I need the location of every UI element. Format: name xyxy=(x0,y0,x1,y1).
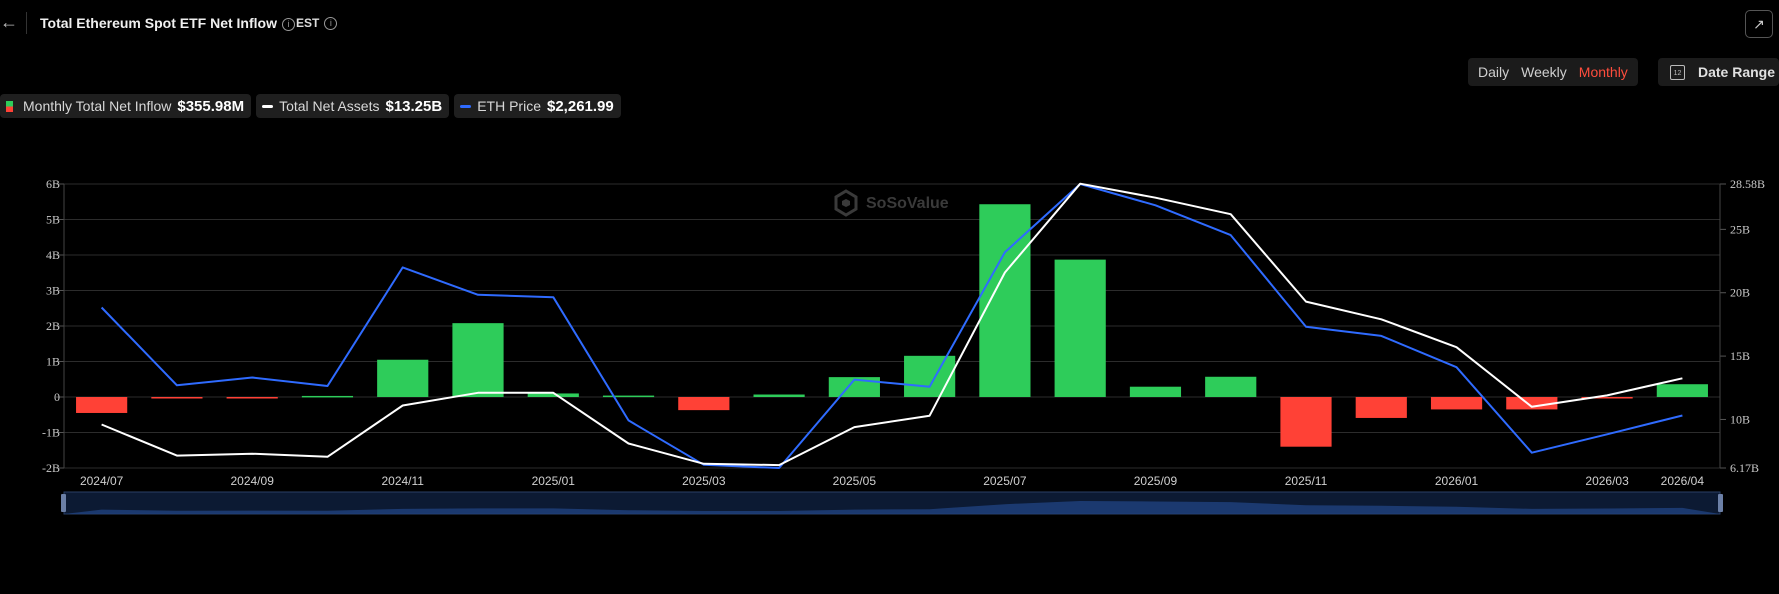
legend-label-net-assets: Total Net Assets xyxy=(279,98,380,114)
x-tick-label: 2024/11 xyxy=(381,474,424,488)
page-title-text: Total Ethereum Spot ETF Net Inflow xyxy=(40,15,277,31)
inflow-bars xyxy=(76,204,1708,447)
date-range-button[interactable]: 12 Date Range xyxy=(1658,58,1779,86)
inflow-bar xyxy=(151,397,203,399)
legend-value-net-assets: $13.25B xyxy=(385,97,443,115)
y-tick-label-left: 2B xyxy=(46,319,60,333)
watermark: SoSoValue xyxy=(834,189,949,217)
x-tick-label: 2025/11 xyxy=(1285,474,1328,488)
inflow-bar xyxy=(452,323,504,397)
y-tick-label-left: 1B xyxy=(46,355,60,369)
inflow-bar xyxy=(979,204,1031,397)
y-tick-label-right: 10B xyxy=(1730,412,1750,426)
inflow-bar xyxy=(1054,259,1106,397)
page-title: Total Ethereum Spot ETF Net Inflow i xyxy=(40,15,295,31)
legend-item-net-assets[interactable]: Total Net Assets $13.25B xyxy=(256,94,450,118)
inflow-bar xyxy=(1129,386,1182,397)
legend-value-eth-price: $2,261.99 xyxy=(547,97,614,115)
x-tick-label: 2025/03 xyxy=(682,474,726,488)
period-selector: Daily Weekly Monthly xyxy=(1468,58,1638,86)
y-tick-label-right: 28.58B xyxy=(1730,177,1765,191)
inflow-bar xyxy=(377,359,429,397)
x-tick-label: 2024/07 xyxy=(80,474,124,488)
watermark-brand: SoSoValue xyxy=(866,195,949,212)
y-tick-label-left: 3B xyxy=(46,284,60,298)
y-tick-label-left: 0 xyxy=(54,390,60,404)
inflow-bar xyxy=(753,394,805,397)
date-range-label: Date Range xyxy=(1698,64,1776,80)
inflow-bar xyxy=(301,395,354,398)
period-daily-button[interactable]: Daily xyxy=(1472,58,1515,86)
chart-grid xyxy=(64,183,1720,469)
inflow-bar xyxy=(678,397,730,411)
inflow-bar xyxy=(602,395,655,398)
y-tick-label-right: 25B xyxy=(1730,222,1750,236)
inflow-bar xyxy=(1430,397,1483,410)
inflow-bar xyxy=(1355,397,1407,418)
y-tick-label-right: 15B xyxy=(1730,349,1750,363)
legend-label-eth-price: ETH Price xyxy=(477,98,541,114)
inflow-bar xyxy=(76,397,128,413)
inflow-bar xyxy=(1280,397,1332,447)
chart-legend: Monthly Total Net Inflow $355.98M Total … xyxy=(0,94,621,118)
timezone-text: EST xyxy=(296,16,320,30)
sosovalue-logo-icon xyxy=(834,189,858,217)
legend-value-net-inflow: $355.98M xyxy=(177,97,245,115)
y-tick-label-left: 5B xyxy=(46,213,60,227)
timezone-label[interactable]: EST i xyxy=(296,16,338,30)
navigator-handle-right xyxy=(1718,494,1723,512)
chart-axes: -2B -1B 0 1B 2B 3B 4B 5B 6B 6.17B 10B 15B 20B 25B 28.5… xyxy=(42,177,1765,488)
header-bar: ← Total Ethereum Spot ETF Net Inflow i ES… xyxy=(0,0,1779,46)
x-tick-label: 2025/01 xyxy=(532,474,576,488)
y-tick-label-right: 6.17B xyxy=(1730,461,1759,475)
legend-swatch-net-inflow xyxy=(6,100,13,112)
inflow-chart: SoSoValue -2B -1B 0 1B 2B 3B 4B 5B 6B 6.17B 10B 15B… xyxy=(42,177,1765,515)
legend-swatch-net-assets xyxy=(262,104,274,108)
y-tick-label-left: -2B xyxy=(42,461,60,475)
legend-item-net-inflow[interactable]: Monthly Total Net Inflow $355.98M xyxy=(0,94,252,118)
x-tick-label: 2026/04 xyxy=(1661,474,1705,488)
range-navigator[interactable] xyxy=(61,491,1723,515)
legend-label-net-inflow: Monthly Total Net Inflow xyxy=(23,98,172,114)
x-tick-label: 2025/05 xyxy=(833,474,877,488)
y-tick-label-right: 20B xyxy=(1730,286,1750,300)
inflow-bar xyxy=(1656,384,1708,397)
inflow-bar xyxy=(226,397,278,399)
y-tick-label-left: -1B xyxy=(42,426,60,440)
header-divider xyxy=(26,12,27,34)
net-assets-line xyxy=(101,182,1683,467)
calendar-icon: 12 xyxy=(1670,65,1685,80)
x-tick-label: 2026/03 xyxy=(1585,474,1629,488)
x-tick-label: 2025/09 xyxy=(1134,474,1178,488)
share-icon[interactable]: ↗ xyxy=(1745,10,1773,38)
inflow-bar xyxy=(1205,376,1257,397)
arrow-left-icon[interactable]: ← xyxy=(0,12,18,33)
navigator-handle-left xyxy=(61,494,66,512)
legend-item-eth-price[interactable]: ETH Price $2,261.99 xyxy=(454,94,621,118)
period-monthly-button[interactable]: Monthly xyxy=(1573,58,1634,86)
inflow-bar xyxy=(904,355,956,397)
y-tick-label-left: 6B xyxy=(46,177,60,191)
legend-swatch-eth-price xyxy=(460,104,472,108)
x-tick-label: 2026/01 xyxy=(1435,474,1479,488)
timezone-info-icon[interactable]: i xyxy=(324,17,338,30)
info-icon[interactable]: i xyxy=(281,18,295,31)
y-tick-label-left: 4B xyxy=(46,248,60,262)
x-tick-label: 2025/07 xyxy=(983,474,1027,488)
period-weekly-button[interactable]: Weekly xyxy=(1515,58,1573,86)
x-tick-label: 2024/09 xyxy=(230,474,274,488)
